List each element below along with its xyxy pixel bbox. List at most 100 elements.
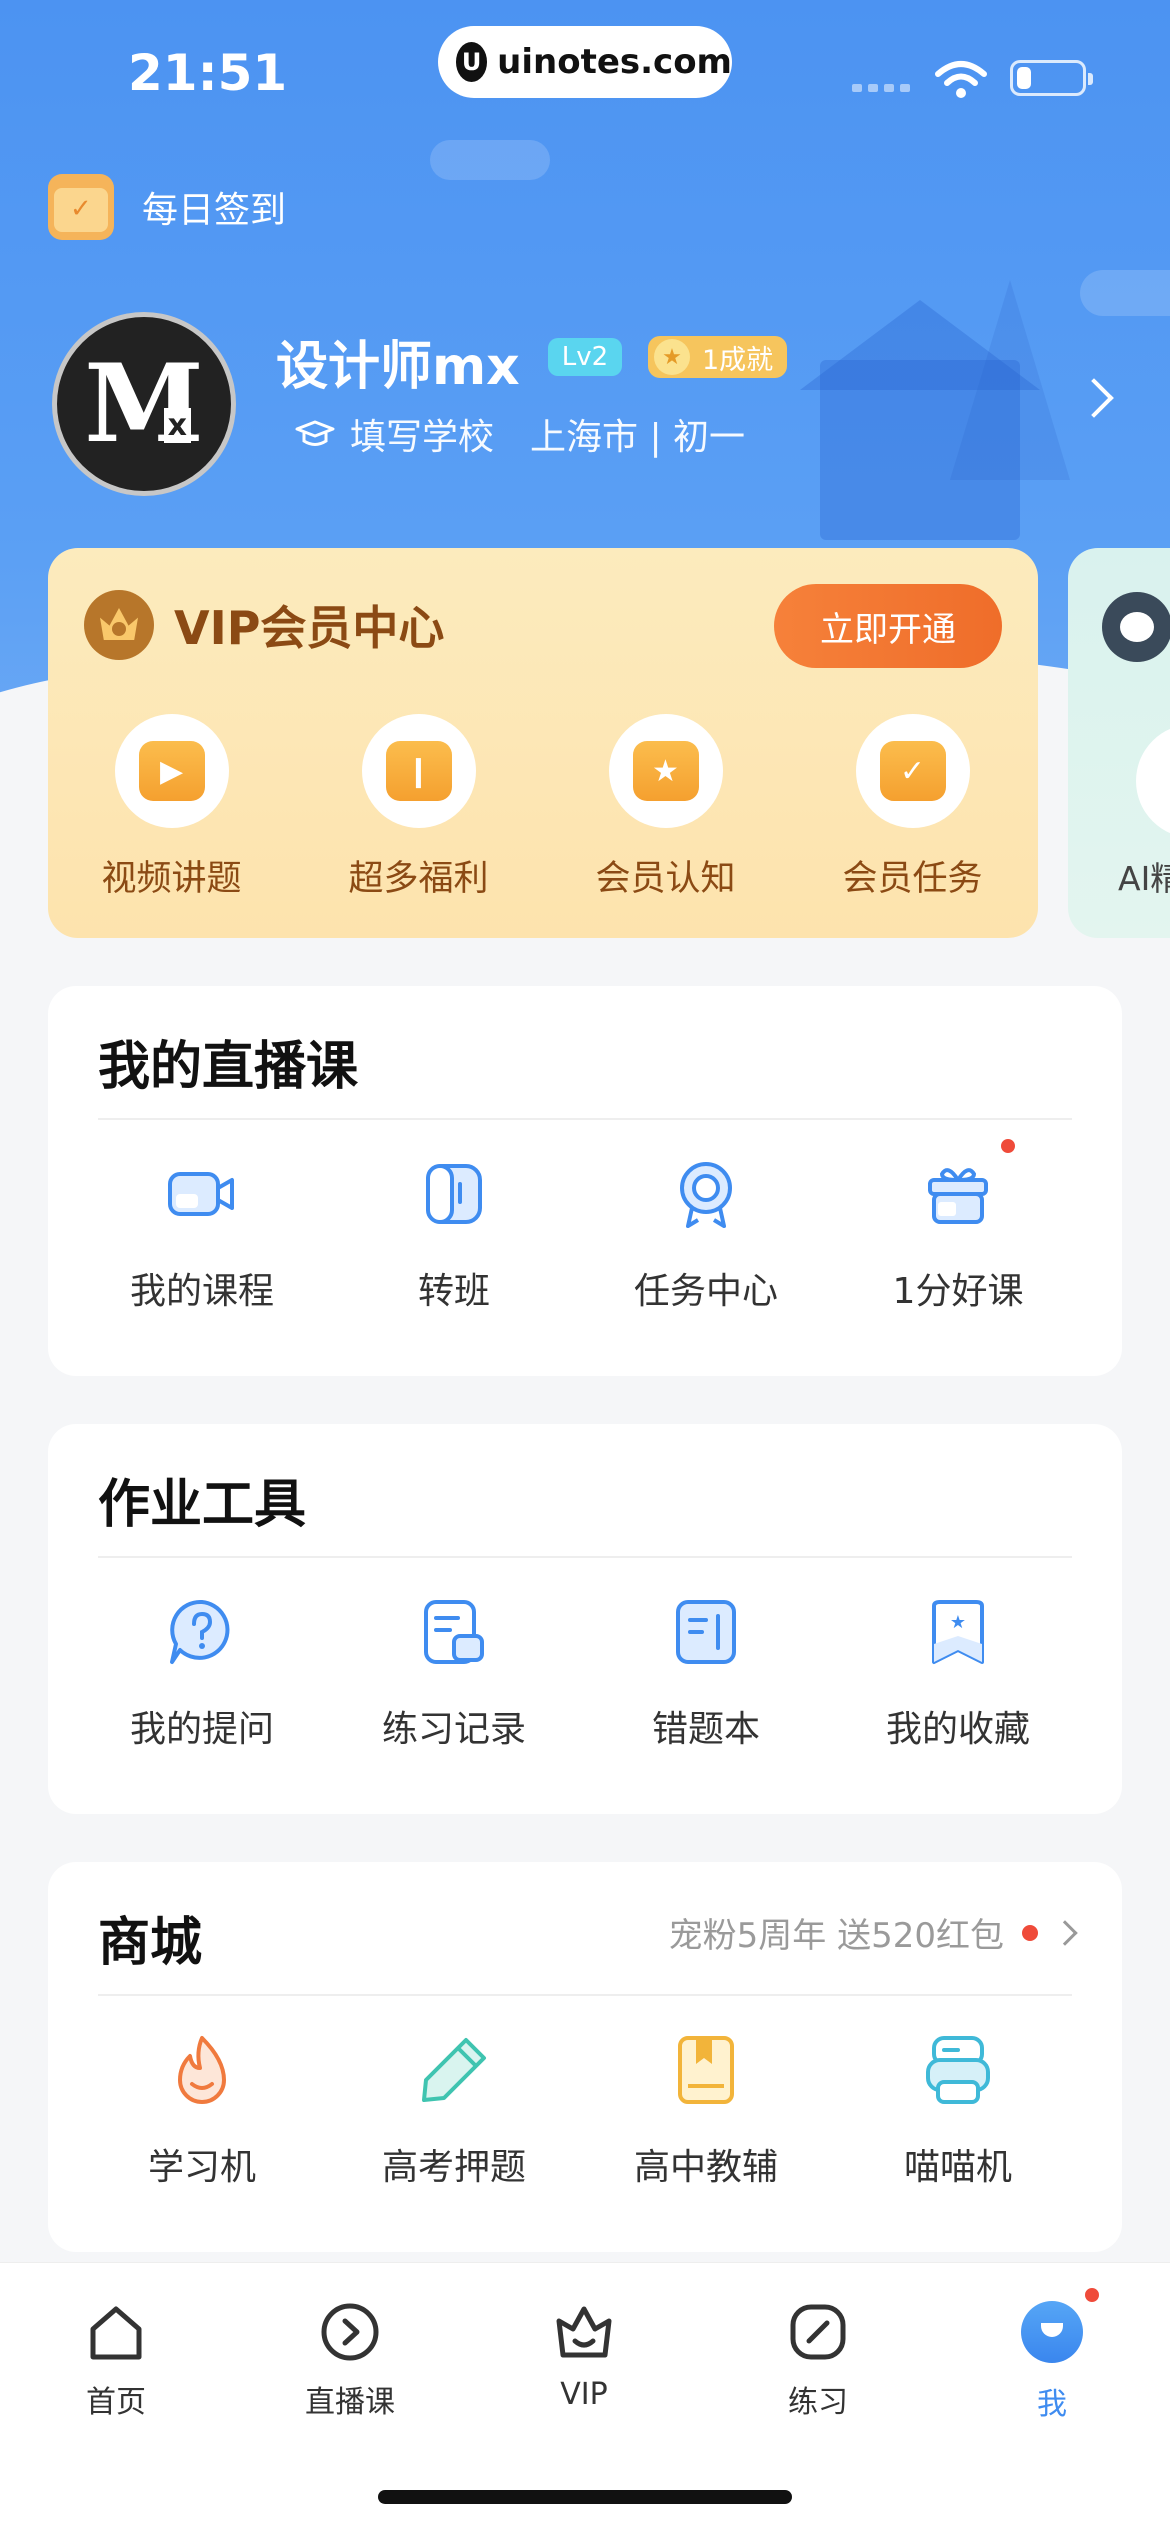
grid-label: 我的收藏 <box>885 1709 1030 1750</box>
notification-dot <box>1022 1924 1038 1941</box>
battery-icon <box>1010 60 1093 96</box>
daily-checkin-label: 每日签到 <box>142 190 287 231</box>
location-label: 上海市 | 初一 <box>530 417 746 458</box>
grid-item-my-questions[interactable]: 我的提问 <box>76 1592 328 1752</box>
tab-vip[interactable]: VIP <box>514 2299 654 2412</box>
url-text: uinotes.com <box>497 42 732 82</box>
vip-card[interactable]: VIP会员中心 立即开通 ▶ 视频讲题 ❙ 超多福利 ★ 会员认知 ✓ 会员任务 <box>48 548 1038 938</box>
vip-items: ▶ 视频讲题 ❙ 超多福利 ★ 会员认知 ✓ 会员任务 <box>48 714 1038 901</box>
tab-label: 首页 <box>86 2385 146 2420</box>
achievement-badge[interactable]: ★ 1成就 <box>648 336 788 378</box>
ai-side-label: AI精 <box>1118 859 1170 898</box>
notebook-icon <box>676 1600 736 1664</box>
tab-home[interactable]: 首页 <box>46 2299 186 2421</box>
achievement-label: 1成就 <box>702 344 774 376</box>
home-indicator <box>378 2490 792 2504</box>
section-title: 我的直播课 <box>98 1037 359 1097</box>
grid-label: 任务中心 <box>633 1271 778 1312</box>
video-play-icon: ▶ <box>114 714 229 828</box>
question-bubble-icon <box>170 1599 230 1664</box>
crown-icon <box>84 590 154 660</box>
grid-item-printer[interactable]: 喵喵机 <box>832 2030 1084 2190</box>
homework-tools-section: 作业工具 我的提问 练习记录 错题本 ★ 我的收藏 <box>48 1424 1122 1814</box>
graduation-cap-icon <box>295 420 335 446</box>
grid-label: 我的课程 <box>129 1271 274 1312</box>
gift-box-icon: ❙ <box>361 714 476 828</box>
grid-item-wrong-book[interactable]: 错题本 <box>580 1592 832 1752</box>
vip-title: VIP会员中心 <box>174 601 445 655</box>
play-circle-icon <box>321 2303 379 2361</box>
tab-live[interactable]: 直播课 <box>280 2299 420 2421</box>
grid-item-good-course[interactable]: 1分好课 <box>832 1136 1084 1314</box>
vip-item-benefits[interactable]: ❙ 超多福利 <box>295 714 542 901</box>
grid-item-transfer[interactable]: 转班 <box>328 1154 580 1314</box>
vip-item-label: 会员认知 <box>595 859 736 899</box>
house-decoration <box>820 360 1020 540</box>
site-logo-icon: U <box>456 42 488 82</box>
notification-dot <box>1082 2285 1102 2305</box>
section-title: 商城 <box>98 1913 203 1973</box>
grid-label: 高中教辅 <box>633 2147 778 2188</box>
grid-label: 1分好课 <box>892 1271 1024 1312</box>
vip-item-label: 会员任务 <box>842 859 983 899</box>
live-course-section: 我的直播课 我的课程 转班 任务中心 1分好课 <box>48 986 1122 1376</box>
wifi-icon <box>935 61 987 98</box>
grid-label: 学习机 <box>147 2147 256 2188</box>
vip-item-video[interactable]: ▶ 视频讲题 <box>48 714 295 901</box>
vip-item-label: 超多福利 <box>348 859 489 899</box>
avatar[interactable]: M x <box>52 312 236 496</box>
school-label: 填写学校 <box>350 417 495 458</box>
grid-item-study-machine[interactable]: 学习机 <box>76 2030 328 2190</box>
grid-label: 喵喵机 <box>903 2147 1012 2188</box>
grid-label: 转班 <box>417 1271 490 1312</box>
tab-practice[interactable]: 练习 <box>748 2299 888 2421</box>
gift-icon <box>928 1168 988 1224</box>
notification-dot <box>998 1136 1018 1156</box>
grid-item-favorites[interactable]: ★ 我的收藏 <box>832 1592 1084 1752</box>
side-item-icon <box>1136 724 1170 838</box>
panda-icon <box>1102 592 1170 662</box>
level-badge[interactable]: Lv2 <box>548 338 622 376</box>
check-box-icon: ✓ <box>855 714 970 828</box>
star-medal-icon: ★ <box>654 339 690 375</box>
cloud-decoration <box>430 140 550 180</box>
tab-label: VIP <box>560 2377 608 2412</box>
record-icon <box>424 1600 484 1664</box>
user-name[interactable]: 设计师mx <box>276 324 520 399</box>
calendar-check-icon <box>48 174 114 240</box>
mall-section: 商城 宠粉5周年 送520红包 学习机 高考押题 高中教辅 喵喵机 <box>48 1862 1122 2252</box>
url-pill: U uinotes.com <box>438 26 732 98</box>
tab-label: 直播课 <box>305 2385 395 2420</box>
user-meta[interactable]: 填写学校 上海市 | 初一 <box>294 408 745 460</box>
tab-label: 我 <box>1037 2387 1067 2422</box>
chevron-right-icon <box>1052 1919 1078 1946</box>
bookmark-icon: ★ <box>932 1600 984 1664</box>
avatar-sub-letter: x <box>163 408 191 443</box>
transfer-icon <box>426 1164 482 1224</box>
grid-item-gaokao[interactable]: 高考押题 <box>328 2030 580 2190</box>
mall-grid: 学习机 高考押题 高中教辅 喵喵机 <box>48 2030 1122 2190</box>
vip-item-cognition[interactable]: ★ 会员认知 <box>542 714 789 901</box>
vip-item-tasks[interactable]: ✓ 会员任务 <box>789 714 1036 901</box>
pencil-icon <box>422 2038 486 2102</box>
svg-text:★: ★ <box>950 1612 966 1633</box>
grid-item-task-center[interactable]: 任务中心 <box>580 1154 832 1314</box>
grid-label: 错题本 <box>651 1709 760 1750</box>
vip-item-label: 视频讲题 <box>101 859 242 899</box>
tab-me[interactable]: 我 <box>982 2285 1122 2423</box>
crown-icon <box>556 2306 612 2358</box>
vip-title-wrap: VIP会员中心 <box>84 590 444 660</box>
grid-item-textbooks[interactable]: 高中教辅 <box>580 2030 832 2190</box>
video-camera-icon <box>168 1172 234 1216</box>
vip-open-button[interactable]: 立即开通 <box>774 584 1002 668</box>
signal-icon <box>852 84 910 92</box>
edit-icon <box>790 2304 846 2360</box>
tab-label: 练习 <box>788 2385 848 2420</box>
grid-label: 练习记录 <box>381 1709 526 1750</box>
grid-item-practice-records[interactable]: 练习记录 <box>328 1592 580 1752</box>
mall-promo-text: 宠粉5周年 送520红包 <box>668 1916 1004 1956</box>
daily-checkin-button[interactable]: 每日签到 <box>48 174 286 240</box>
grid-item-my-courses[interactable]: 我的课程 <box>76 1154 328 1314</box>
grid-label: 高考押题 <box>381 2147 526 2188</box>
mall-promo-link[interactable]: 宠粉5周年 送520红包 <box>668 1908 1078 1957</box>
